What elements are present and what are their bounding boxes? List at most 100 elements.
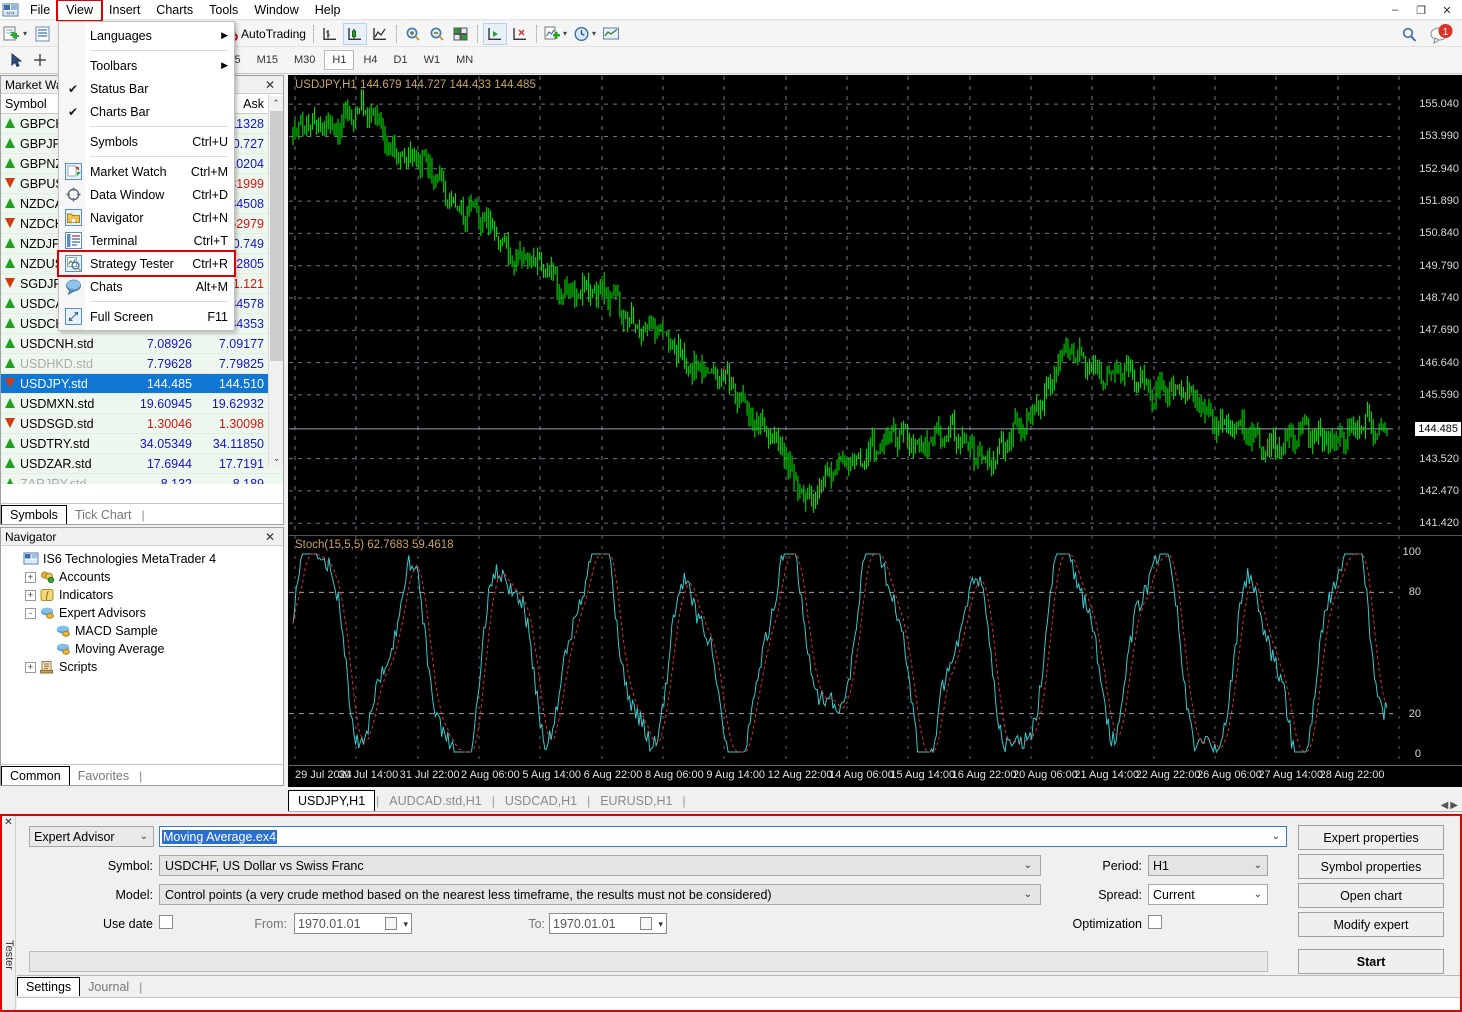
navigator-tree-item[interactable]: MACD Sample [3,622,281,640]
tester-close-icon[interactable]: ✕ [2,816,15,828]
crosshair-icon[interactable] [29,49,51,71]
menu-help[interactable]: Help [307,1,349,20]
view-menu-item-chats[interactable]: Chats Alt+M [59,275,234,298]
chat-icon[interactable]: 1 [1428,24,1454,46]
close-button[interactable]: ✕ [1434,1,1460,19]
expert-properties-button[interactable]: Expert properties [1298,825,1444,850]
symbol-select[interactable]: USDCHF, US Dollar vs Swiss Franc ⌄ [159,855,1041,876]
periods-icon[interactable]: ▾ [571,23,598,45]
navigator-tree-item[interactable]: IS6 Technologies MetaTrader 4 [3,550,281,568]
zoom-out-icon[interactable] [426,23,448,45]
menu-file[interactable]: File [22,1,58,20]
optimization-checkbox[interactable] [1148,915,1162,929]
chart-tab-eurusd[interactable]: EURUSD,H1 [591,791,681,811]
tab-tick-chart[interactable]: Tick Chart [67,506,140,524]
view-menu-item-toolbars[interactable]: Toolbars ▶ [59,54,234,77]
modify-expert-button[interactable]: Modify expert [1298,912,1444,937]
view-menu-item-terminal[interactable]: Terminal Ctrl+T [59,229,234,252]
tab-common[interactable]: Common [1,766,70,785]
start-button[interactable]: Start [1298,949,1444,974]
menu-view[interactable]: View [56,0,104,22]
stochastic-indicator-pane[interactable]: Stoch(15,5,5) 62.7683 59.4618 100 80 20 0 [289,535,1462,767]
calendar-icon-2[interactable] [640,917,652,930]
templates-icon[interactable] [600,23,622,45]
navigator-tree-item[interactable]: + Scripts [3,658,281,676]
tab-symbols[interactable]: Symbols [1,505,67,524]
spread-select[interactable]: Current ⌄ [1148,884,1268,905]
chart-window[interactable]: USDJPY,H1 144.679 144.727 144.433 144.48… [288,75,1462,787]
market-watch-row[interactable]: USDZAR.std 17.6944 17.7191 [1,454,283,474]
navigator-tree-item[interactable]: Moving Average [3,640,281,658]
timeframe-m30[interactable]: M30 [287,51,322,69]
market-watch-scrollbar[interactable]: ⌃ ⌄ [268,96,283,466]
open-chart-button[interactable]: Open chart [1298,883,1444,908]
model-select[interactable]: Control points (a very crude method base… [159,884,1041,905]
symbol-properties-button[interactable]: Symbol properties [1298,854,1444,879]
chart-tab-usdjpy[interactable]: USDJPY,H1 [288,790,376,811]
bar-chart-icon[interactable] [319,23,341,45]
view-menu-item-languages[interactable]: Languages ▶ [59,24,234,47]
to-chevron-icon[interactable]: ▾ [658,919,663,930]
period-select[interactable]: H1 ⌄ [1148,855,1268,876]
menu-charts[interactable]: Charts [148,1,201,20]
use-date-checkbox[interactable] [159,915,173,929]
view-menu-item-data-window[interactable]: Data Window Ctrl+D [59,183,234,206]
scrollbar-thumb[interactable] [270,111,283,361]
line-chart-icon[interactable] [369,23,391,45]
expert-file-chevron-icon[interactable]: ⌄ [1272,831,1280,842]
market-watch-close-icon[interactable]: ✕ [261,78,279,92]
profiles-icon[interactable] [31,23,53,45]
new-chart-dropdown-icon[interactable]: ▾ [23,29,27,38]
maximize-restore-button[interactable]: ❐ [1408,1,1434,19]
timeframe-h1[interactable]: H1 [324,50,355,70]
scroll-up-icon[interactable]: ⌃ [269,96,283,111]
indicators-toolbar-icon[interactable]: ▾ [542,23,569,45]
auto-scroll-icon[interactable] [509,23,531,45]
chart-tab-usdcad[interactable]: USDCAD,H1 [496,791,586,811]
price-chart[interactable]: USDJPY,H1 144.679 144.727 144.433 144.48… [289,76,1462,534]
tab-journal[interactable]: Journal [80,978,137,996]
view-menu-item-strategy-tester[interactable]: Strategy Tester Ctrl+R [57,250,236,277]
expert-file-input[interactable]: Moving Average.ex4 ⌄ [159,826,1287,847]
expand-icon[interactable]: + [25,571,36,583]
view-menu-item-status-bar[interactable]: ✔ Status Bar [59,77,234,100]
model-chevron-icon[interactable]: ⌄ [1024,889,1032,900]
tab-favorites[interactable]: Favorites [70,767,137,785]
chart-tab-next-icon[interactable]: ▶ [1450,800,1458,811]
market-watch-row[interactable]: USDCNH.std 7.08926 7.09177 [1,334,283,354]
chart-tab-audcad[interactable]: AUDCAD.std,H1 [380,791,490,811]
scroll-down-icon[interactable]: ⌄ [269,451,284,466]
view-menu-item-full-screen[interactable]: Full Screen F11 [59,305,234,328]
view-menu-item-charts-bar[interactable]: ✔ Charts Bar [59,100,234,123]
expand-icon[interactable]: + [25,589,36,601]
from-chevron-icon[interactable]: ▾ [403,919,408,930]
calendar-icon[interactable] [385,917,397,930]
market-watch-row[interactable]: USDJPY.std 144.485 144.510 [1,374,283,394]
menu-insert[interactable]: Insert [101,1,148,20]
market-watch-row[interactable]: ZARJPY.std 8.132 8.189 [1,474,283,484]
minimize-button[interactable]: – [1382,1,1408,19]
expand-icon[interactable]: + [25,661,36,673]
market-watch-row[interactable]: USDMXN.std 19.60945 19.62932 [1,394,283,414]
chart-tab-prev-icon[interactable]: ◀ [1441,800,1449,811]
view-menu-item-symbols[interactable]: Symbols Ctrl+U [59,130,234,153]
cursor-icon[interactable] [5,49,27,71]
to-date-input[interactable]: 1970.01.01 ▾ [549,913,667,934]
from-date-input[interactable]: 1970.01.01 ▾ [294,913,412,934]
view-menu-item-navigator[interactable]: Navigator Ctrl+N [59,206,234,229]
navigator-close-icon[interactable]: ✕ [261,530,279,544]
timeframe-m15[interactable]: M15 [250,51,285,69]
market-watch-row[interactable]: USDHKD.std 7.79628 7.79825 [1,354,283,374]
menu-window[interactable]: Window [246,1,306,20]
tab-settings[interactable]: Settings [17,977,81,996]
tile-windows-icon[interactable] [450,23,472,45]
shift-chart-icon[interactable] [482,22,507,45]
navigator-tree-item[interactable]: + Accounts [3,568,281,586]
candlestick-chart-icon[interactable] [342,22,367,45]
zoom-in-icon[interactable] [402,23,424,45]
collapse-icon[interactable]: - [25,607,36,619]
market-watch-row[interactable]: USDSGD.std 1.30046 1.30098 [1,414,283,434]
menu-tools[interactable]: Tools [201,1,246,20]
navigator-tree-item[interactable]: - Expert Advisors [3,604,281,622]
view-menu-item-market-watch[interactable]: Market Watch Ctrl+M [59,160,234,183]
